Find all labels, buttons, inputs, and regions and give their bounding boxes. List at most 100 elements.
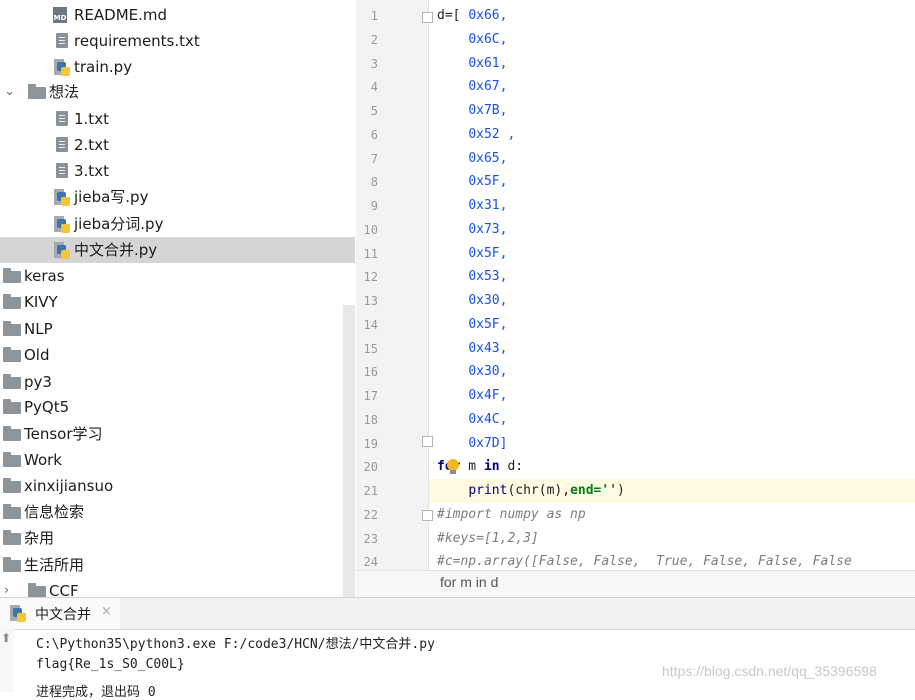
line-number: 19: [363, 436, 378, 451]
tree-folder-zayong[interactable]: 杂用: [0, 525, 355, 551]
line-number: 3: [370, 56, 378, 71]
tree-item-jieba-write[interactable]: jieba写.py: [0, 184, 355, 210]
lightbulb-icon[interactable]: [446, 459, 460, 475]
tree-item-2-txt[interactable]: 2.txt: [0, 132, 355, 158]
tree-item-jieba-fenci[interactable]: jieba分词.py: [0, 211, 355, 237]
code-line: 0x5F,: [437, 317, 507, 332]
hex-value: 0x7D]: [468, 435, 508, 451]
watermark: https://blog.csdn.net/qq_35396598: [662, 663, 877, 679]
line-number: 23: [363, 531, 378, 546]
tree-folder-pyqt5[interactable]: PyQt5: [0, 394, 355, 420]
tree-folder-old[interactable]: Old: [0, 342, 355, 368]
hex-value: 0x73,: [468, 221, 508, 237]
tree-folder-py3[interactable]: py3: [0, 369, 355, 395]
tree-folder-xinxijiansuo[interactable]: xinxijiansuo: [0, 473, 355, 499]
run-tab[interactable]: 中文合并 ×: [0, 598, 120, 629]
code-token: (chr(m),: [507, 483, 571, 498]
code-line: 0x6C,: [437, 32, 507, 47]
tree-folder-xinxi-jiansuo-cn[interactable]: 信息检索: [0, 499, 355, 525]
code-line: 0x52 ,: [437, 127, 515, 142]
breadcrumb[interactable]: for m in d: [440, 574, 498, 590]
breadcrumb-bar: for m in d: [356, 570, 915, 598]
code-line: #c=np.array([False, False, True, False, …: [437, 554, 852, 569]
python-file-icon: [10, 605, 26, 622]
code-token: d=[: [437, 8, 469, 23]
folder-icon: [3, 504, 21, 519]
line-number: 10: [363, 222, 378, 237]
hex-value: 0x67,: [468, 79, 508, 95]
tree-item-zhongwen-hebing[interactable]: 中文合并.py: [0, 237, 355, 263]
fold-marker-icon[interactable]: [422, 436, 433, 447]
code-line: 0x31,: [437, 198, 507, 213]
hex-value: 0x5F,: [468, 316, 508, 332]
line-number: 1: [370, 9, 378, 23]
folder-icon: [3, 399, 21, 414]
hex-value: 0x30,: [468, 364, 508, 380]
folder-icon: [3, 530, 21, 545]
hex-value: 0x4C,: [468, 411, 508, 427]
tree-item-3-txt[interactable]: 3.txt: [0, 158, 355, 184]
tree-item-1-txt[interactable]: 1.txt: [0, 106, 355, 132]
run-panel: 中文合并 × ⬆ C:\Python35\python3.exe F:/code…: [0, 597, 915, 700]
chevron-right-icon[interactable]: ›: [4, 578, 9, 597]
line-number: 2: [370, 32, 378, 47]
folder-icon: [3, 452, 21, 467]
code-line: 0x7B,: [437, 103, 507, 118]
code-token: d:: [499, 459, 524, 475]
code-line: 0x73,: [437, 222, 507, 237]
tree-folder-kivy[interactable]: KIVY: [0, 289, 355, 315]
code-line: 0x61,: [437, 56, 507, 71]
line-number: 14: [363, 317, 378, 332]
tree-scrollbar[interactable]: [343, 305, 355, 597]
tree-folder-tensor[interactable]: Tensor学习: [0, 421, 355, 447]
tree-folder-xiangfa[interactable]: ⌄ 想法: [0, 79, 355, 105]
tree-item-readme[interactable]: MD README.md: [0, 2, 355, 28]
code-line: 0x4C,: [437, 412, 507, 427]
code-line: 0x65,: [437, 151, 507, 166]
code-line: #import numpy as np: [437, 507, 586, 522]
hex-value: 0x61,: [468, 55, 508, 71]
fold-marker-icon[interactable]: [422, 510, 433, 521]
line-number: 16: [363, 365, 378, 380]
folder-icon: [3, 347, 21, 362]
tree-folder-ccf[interactable]: › CCF: [0, 578, 355, 597]
hex-value: 0x66,: [468, 8, 508, 23]
up-arrow-icon[interactable]: ⬆: [1, 631, 11, 645]
code-function: print: [468, 483, 508, 498]
line-number: 18: [363, 412, 378, 427]
tree-folder-shenghuo[interactable]: 生活所用: [0, 552, 355, 578]
hex-value: 0x30,: [468, 293, 508, 308]
line-number: 12: [363, 270, 378, 285]
folder-icon: [28, 84, 46, 99]
code-line: 0x7D]: [437, 436, 507, 451]
code-editor[interactable]: 1 2 3 4 5 6 7 8 9 10 11 12 13 14 15 16 17 18 19 20 21 22 23 24 …: [356, 0, 915, 570]
run-toolbar: ⬆: [0, 629, 14, 692]
project-tree: MD README.md requirements.txt train.py ⌄…: [0, 0, 355, 597]
code-comment: #keys=[1,2,3]: [437, 530, 539, 546]
tree-item-train-py[interactable]: train.py: [0, 54, 355, 80]
hex-value: 0x6C,: [468, 31, 508, 47]
close-icon[interactable]: ×: [101, 604, 112, 619]
fold-marker-icon[interactable]: [422, 12, 433, 23]
text-file-icon: [56, 137, 68, 152]
hex-value: 0x5F,: [468, 174, 508, 190]
code-line: d=[ 0x66,: [437, 8, 507, 23]
line-number: 11: [363, 246, 378, 261]
chevron-down-icon[interactable]: ⌄: [4, 79, 15, 105]
tree-folder-keras[interactable]: keras: [0, 263, 355, 289]
code-line: 0x67,: [437, 79, 507, 94]
line-number: 22: [363, 507, 378, 522]
code-param: end=: [570, 483, 602, 498]
text-file-icon: [56, 33, 68, 48]
tree-item-requirements[interactable]: requirements.txt: [0, 28, 355, 54]
hex-value: 0x7B,: [468, 103, 508, 118]
code-line: 0x5F,: [437, 174, 507, 189]
text-file-icon: [56, 163, 68, 178]
python-file-icon: [54, 216, 70, 233]
line-number: 24: [363, 555, 378, 570]
tree-folder-work[interactable]: Work: [0, 447, 355, 473]
folder-icon: [3, 321, 21, 336]
tree-folder-nlp[interactable]: NLP: [0, 316, 355, 342]
line-number: 7: [370, 151, 378, 166]
folder-icon: [3, 557, 21, 572]
